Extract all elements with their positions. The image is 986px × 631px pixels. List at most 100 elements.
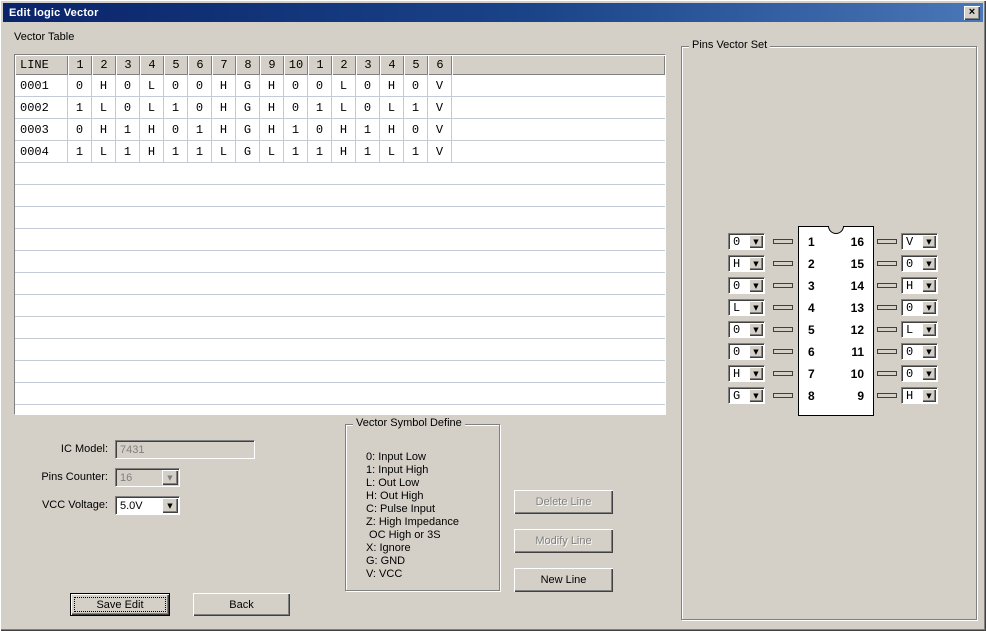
dropdown-arrow-icon[interactable]: ▼ — [749, 279, 763, 292]
dropdown-arrow-icon[interactable]: ▼ — [749, 323, 763, 336]
pin-2-combo[interactable]: H▼ — [728, 255, 765, 272]
close-button[interactable]: × — [964, 6, 980, 20]
pin-7-combo[interactable]: H▼ — [728, 365, 765, 382]
pin-combo-value: 0 — [733, 235, 749, 248]
vector-cell: L — [212, 141, 236, 162]
line-number-cell: 0002 — [15, 97, 68, 118]
vector-cell: H — [140, 119, 164, 140]
pin-10-combo[interactable]: 0▼ — [901, 365, 938, 382]
vcc-voltage-combo[interactable]: 5.0V ▼ — [115, 496, 180, 515]
table-row[interactable]: 00010H0L00HGH00L0H0V — [15, 75, 665, 97]
dropdown-arrow-icon[interactable]: ▼ — [749, 257, 763, 270]
column-header[interactable]: 1 — [308, 55, 332, 75]
pin-15-combo[interactable]: 0▼ — [901, 255, 938, 272]
line-number-cell: 0003 — [15, 119, 68, 140]
pin-number: 14 — [851, 275, 864, 297]
dropdown-arrow-icon[interactable]: ▼ — [922, 345, 936, 358]
dropdown-arrow-icon[interactable]: ▼ — [162, 498, 178, 513]
vcc-voltage-label: VCC Voltage: — [8, 499, 108, 511]
dropdown-arrow-icon[interactable]: ▼ — [922, 301, 936, 314]
pin-11-combo[interactable]: 0▼ — [901, 343, 938, 360]
column-header[interactable]: 3 — [116, 55, 140, 75]
dropdown-arrow-icon[interactable]: ▼ — [922, 279, 936, 292]
vector-cell: V — [428, 75, 452, 96]
column-header[interactable]: 8 — [236, 55, 260, 75]
vector-cell: 0 — [356, 97, 380, 118]
pin-number: 3 — [808, 275, 815, 297]
empty-row — [15, 361, 665, 383]
save-edit-button[interactable]: Save Edit — [70, 593, 170, 616]
empty-row — [15, 317, 665, 339]
column-header[interactable]: 3 — [356, 55, 380, 75]
pin-1-combo[interactable]: 0▼ — [728, 233, 765, 250]
modify-line-button: Modify Line — [514, 529, 613, 553]
column-header[interactable]: 10 — [284, 55, 308, 75]
vector-cell: 0 — [404, 119, 428, 140]
column-header[interactable]: 6 — [428, 55, 452, 75]
column-header[interactable]: 5 — [404, 55, 428, 75]
pin-stub — [877, 283, 897, 288]
pin-3-combo[interactable]: 0▼ — [728, 277, 765, 294]
pin-13-combo[interactable]: 0▼ — [901, 299, 938, 316]
pin-6-combo[interactable]: 0▼ — [728, 343, 765, 360]
column-header[interactable]: 9 — [260, 55, 284, 75]
table-row[interactable]: 00021L0L10HGH01L0L1V — [15, 97, 665, 119]
dropdown-arrow-icon[interactable]: ▼ — [922, 235, 936, 248]
pin-4-combo[interactable]: L▼ — [728, 299, 765, 316]
column-header[interactable]: 6 — [188, 55, 212, 75]
column-header[interactable]: 2 — [92, 55, 116, 75]
legend-line: X: Ignore — [366, 542, 495, 555]
column-header[interactable]: 7 — [212, 55, 236, 75]
pin-14-combo[interactable]: H▼ — [901, 277, 938, 294]
table-row[interactable]: 00030H1H01HGH10H1H0V — [15, 119, 665, 141]
pin-16-combo[interactable]: V▼ — [901, 233, 938, 250]
dropdown-arrow-icon[interactable]: ▼ — [749, 301, 763, 314]
pin-number: 6 — [808, 341, 815, 363]
dropdown-arrow-icon[interactable]: ▼ — [749, 235, 763, 248]
line-number-cell: 0004 — [15, 141, 68, 162]
vector-cell: 0 — [116, 97, 140, 118]
column-header[interactable]: LINE — [15, 55, 68, 75]
dropdown-arrow-icon[interactable]: ▼ — [749, 345, 763, 358]
pin-stub — [773, 393, 793, 398]
vector-cell: 1 — [404, 97, 428, 118]
vector-cell: 1 — [164, 141, 188, 162]
vector-cell: 0 — [284, 75, 308, 96]
new-line-button[interactable]: New Line — [514, 568, 613, 592]
pin-8-combo[interactable]: G▼ — [728, 387, 765, 404]
dropdown-arrow-icon[interactable]: ▼ — [922, 367, 936, 380]
pin-5-combo[interactable]: 0▼ — [728, 321, 765, 338]
pin-9-combo[interactable]: H▼ — [901, 387, 938, 404]
dropdown-arrow-icon[interactable]: ▼ — [922, 257, 936, 270]
ic-chip-diagram: 12345678161514131211109 — [798, 226, 874, 416]
dropdown-arrow-icon[interactable]: ▼ — [749, 389, 763, 402]
dropdown-arrow-icon[interactable]: ▼ — [749, 367, 763, 380]
vector-cell: H — [212, 75, 236, 96]
dropdown-arrow-icon[interactable]: ▼ — [922, 323, 936, 336]
table-row[interactable]: 00041L1H11LGL11H1L1V — [15, 141, 665, 163]
vector-cell: 0 — [284, 97, 308, 118]
pin-combo-value: 0 — [733, 323, 749, 336]
vector-cell: H — [212, 97, 236, 118]
pin-stub — [877, 305, 897, 310]
vector-cell: H — [260, 119, 284, 140]
titlebar[interactable]: Edit logic Vector × — [3, 3, 983, 22]
column-header[interactable]: 1 — [68, 55, 92, 75]
column-header[interactable]: 4 — [380, 55, 404, 75]
column-header[interactable]: 2 — [332, 55, 356, 75]
vector-cell: L — [140, 75, 164, 96]
pin-stub — [773, 261, 793, 266]
vector-table[interactable]: LINE12345678910123456 00010H0L00HGH00L0H… — [14, 54, 666, 415]
column-header[interactable]: 5 — [164, 55, 188, 75]
back-button[interactable]: Back — [193, 593, 290, 616]
column-header[interactable]: 4 — [140, 55, 164, 75]
pins-counter-value: 16 — [120, 470, 161, 485]
dropdown-arrow-icon[interactable]: ▼ — [922, 389, 936, 402]
vector-cell: H — [332, 141, 356, 162]
vector-symbol-define-label: Vector Symbol Define — [353, 417, 465, 429]
pin-12-combo[interactable]: L▼ — [901, 321, 938, 338]
pin-stub — [773, 283, 793, 288]
pin-combo-value: 0 — [733, 345, 749, 358]
vector-cell: H — [212, 119, 236, 140]
vector-cell: H — [260, 97, 284, 118]
